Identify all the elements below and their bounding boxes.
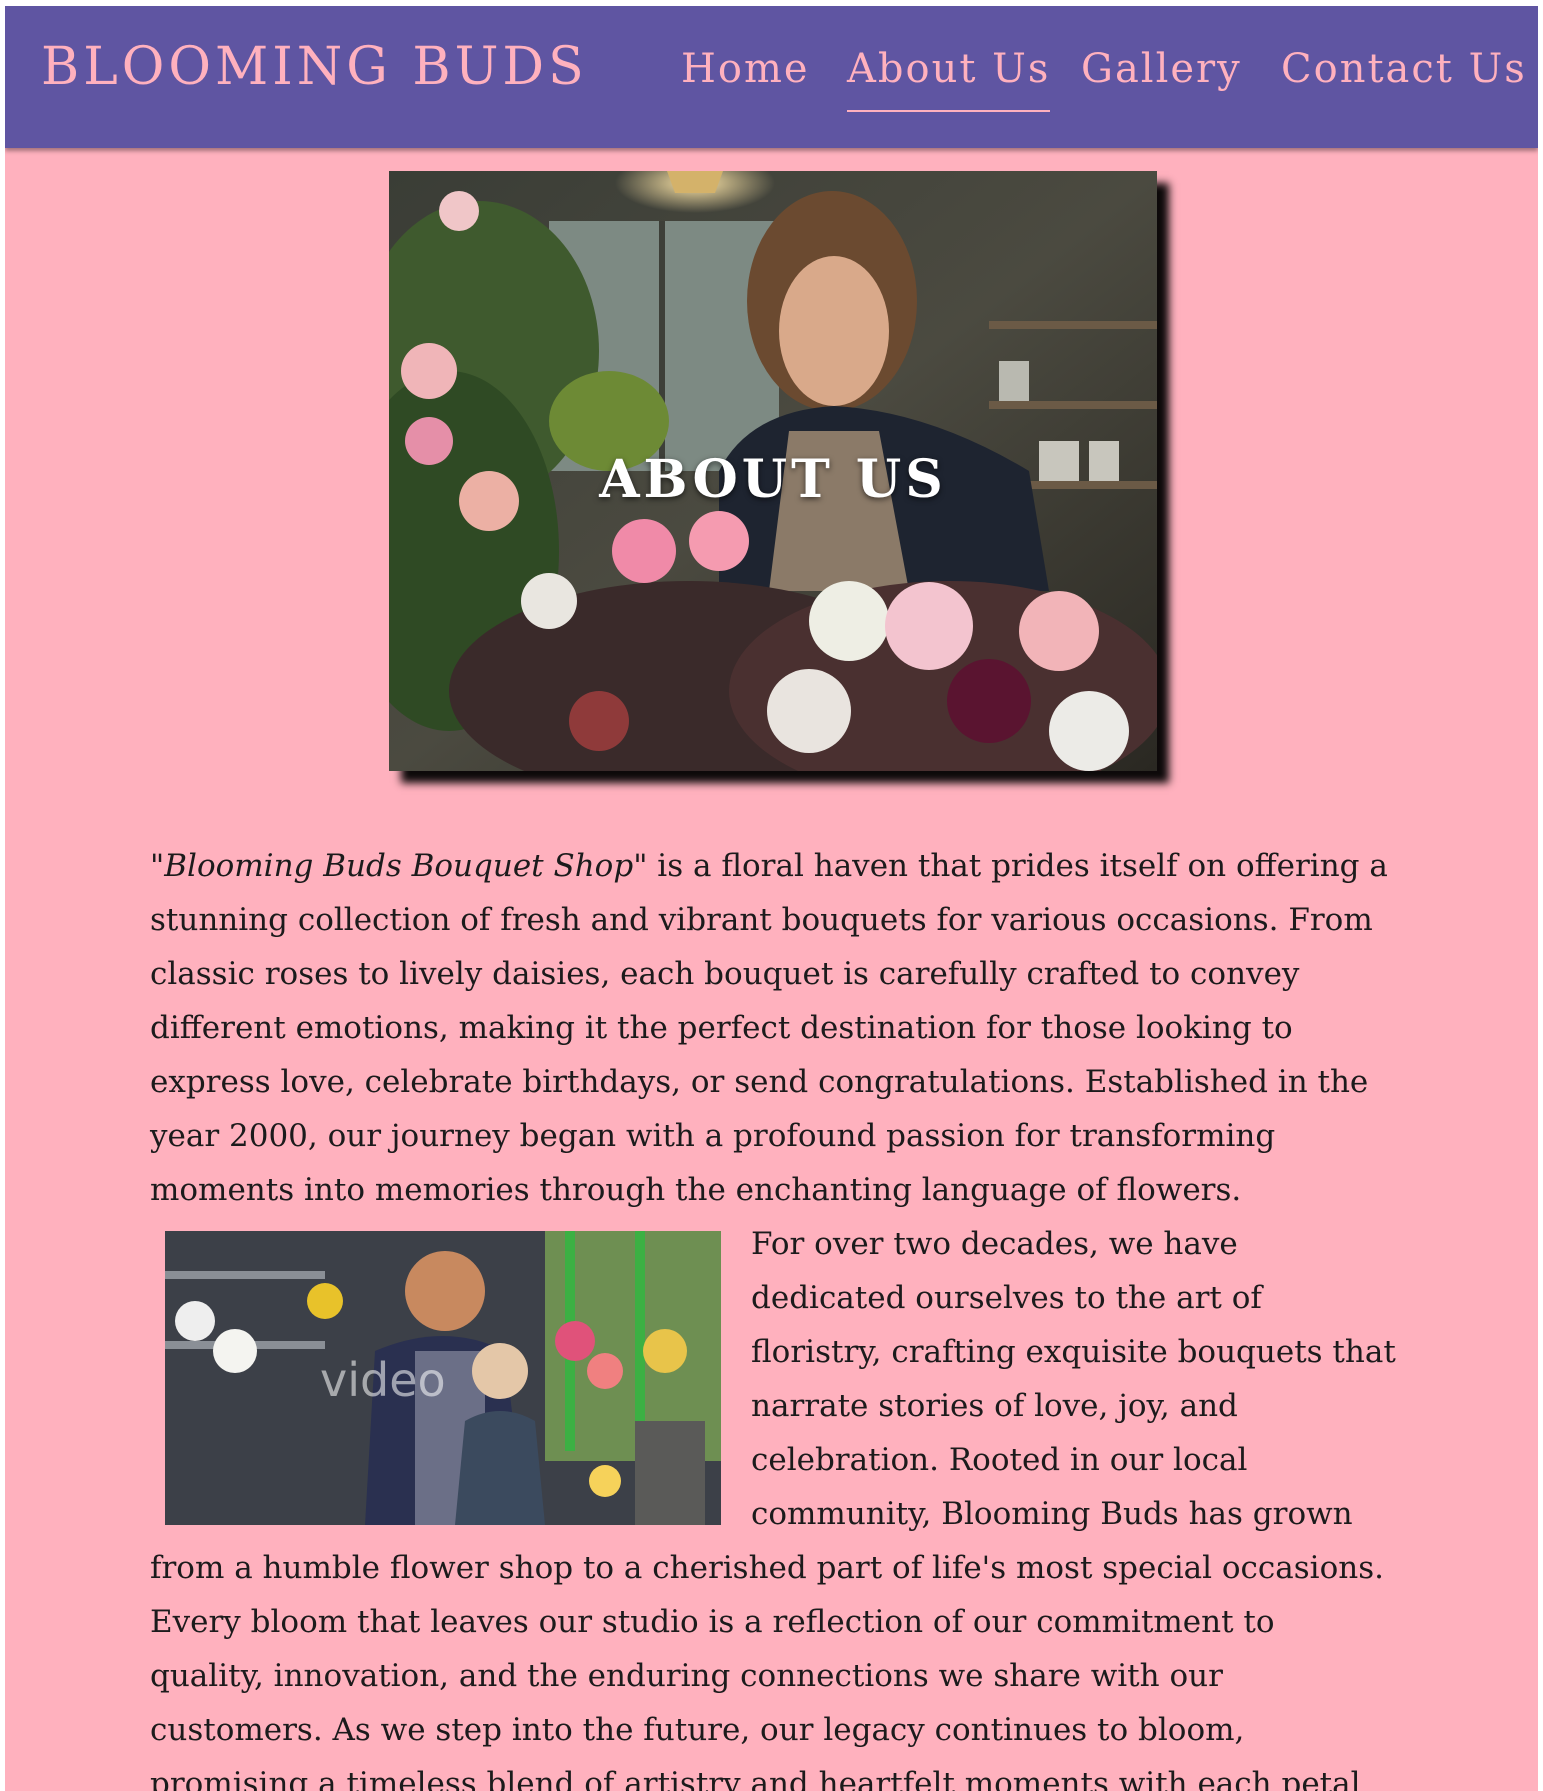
about-content: "Blooming Buds Bouquet Shop" is a floral… [150,839,1396,1791]
nav-home[interactable]: Home [681,46,810,92]
nav-gallery[interactable]: Gallery [1081,46,1242,92]
intro-text: is a floral haven that prides itself on … [150,848,1388,1208]
hero-title: ABOUT US [599,449,947,510]
story-paragraph: video For over two decades, we have dedi… [150,1217,1396,1791]
intro-paragraph: "Blooming Buds Bouquet Shop" is a floral… [150,839,1396,1217]
hero-banner: ABOUT US [389,171,1157,771]
watermark-text: video [320,1353,446,1407]
nav-contact-us[interactable]: Contact Us [1281,46,1527,92]
side-photo: video [165,1231,721,1525]
brand-logo[interactable]: BLOOMING BUDS [41,37,588,97]
nav-about-us[interactable]: About Us [847,46,1051,112]
shop-name: "Blooming Buds Bouquet Shop" [150,848,648,884]
page-frame: BLOOMING BUDS Home About Us Gallery Cont… [5,6,1538,1791]
navbar: BLOOMING BUDS Home About Us Gallery Cont… [5,6,1538,148]
florists-photo: video [165,1231,721,1525]
